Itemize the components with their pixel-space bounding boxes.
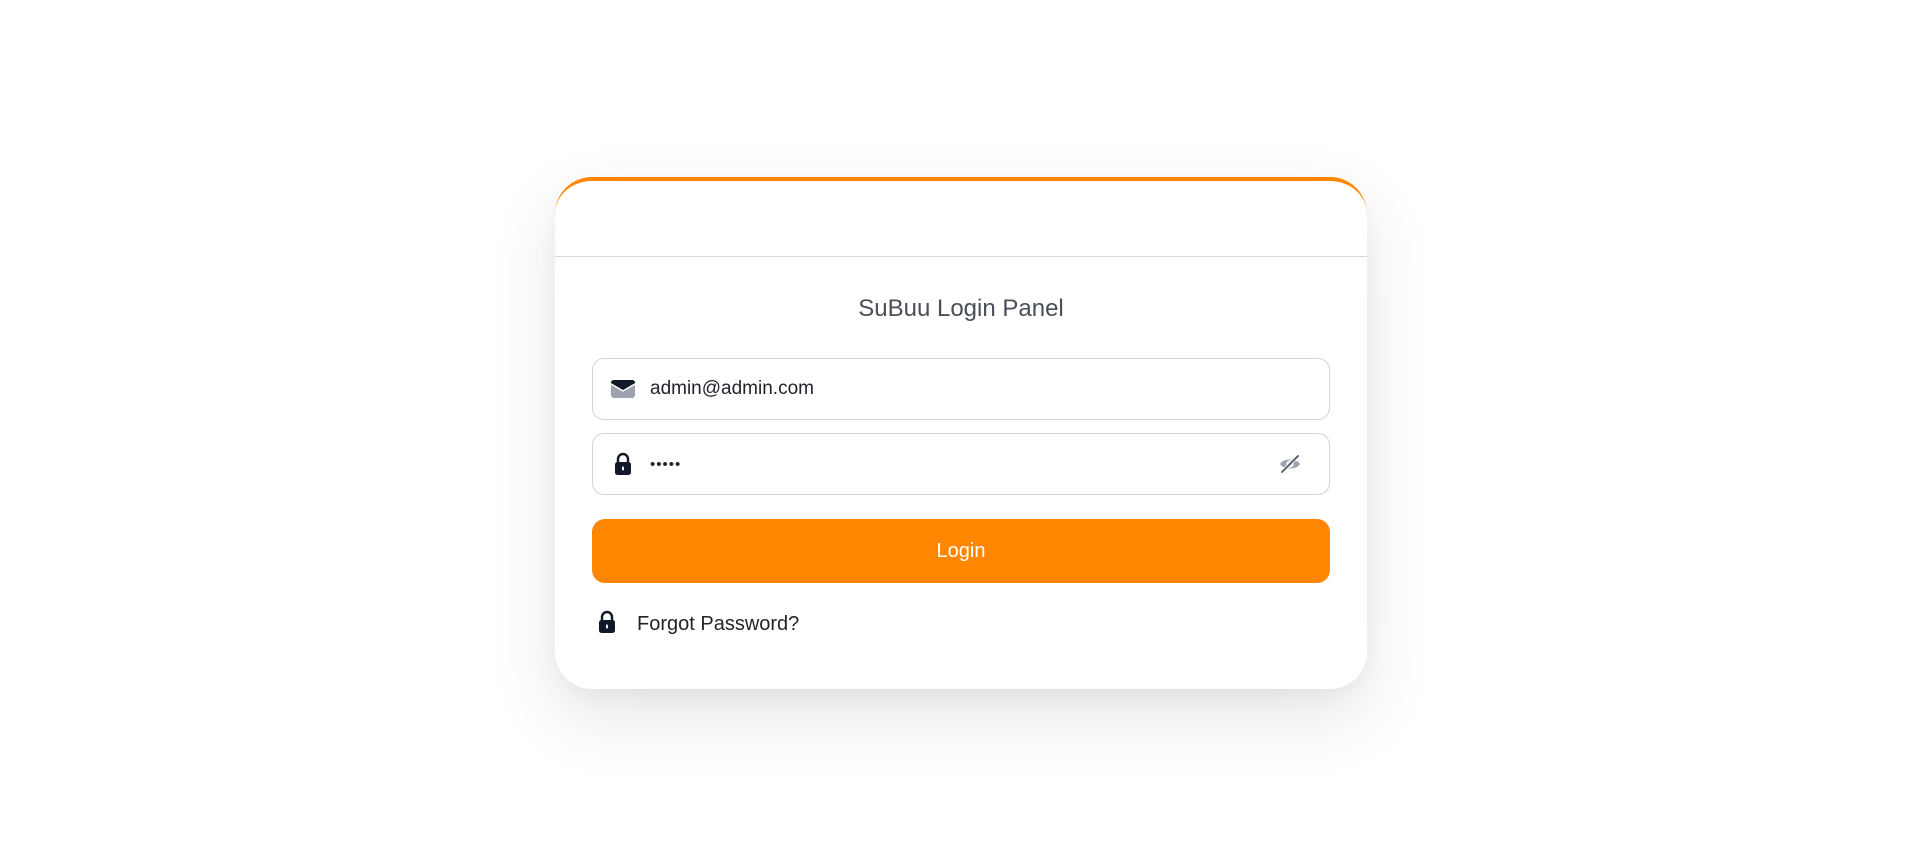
envelope-icon [610,376,636,402]
email-field[interactable] [592,358,1330,420]
eye-off-icon[interactable] [1277,451,1303,477]
login-button[interactable]: Login [592,519,1330,583]
forgot-password-label: Forgot Password? [637,613,800,635]
email-input[interactable] [650,369,1329,409]
password-field[interactable] [592,433,1330,495]
page-title: SuBuu Login Panel [858,295,1064,322]
page: SuBuu Login Panel admin@admin.com ••••• … [0,0,1919,866]
card-header [555,181,1367,257]
forgot-password-link[interactable]: Forgot Password? [597,610,1330,639]
lock-icon [597,610,617,639]
login-card: SuBuu Login Panel admin@admin.com ••••• … [555,177,1367,689]
card-body: SuBuu Login Panel admin@admin.com ••••• … [555,295,1367,639]
password-input[interactable] [650,444,1277,484]
lock-icon [610,451,636,477]
